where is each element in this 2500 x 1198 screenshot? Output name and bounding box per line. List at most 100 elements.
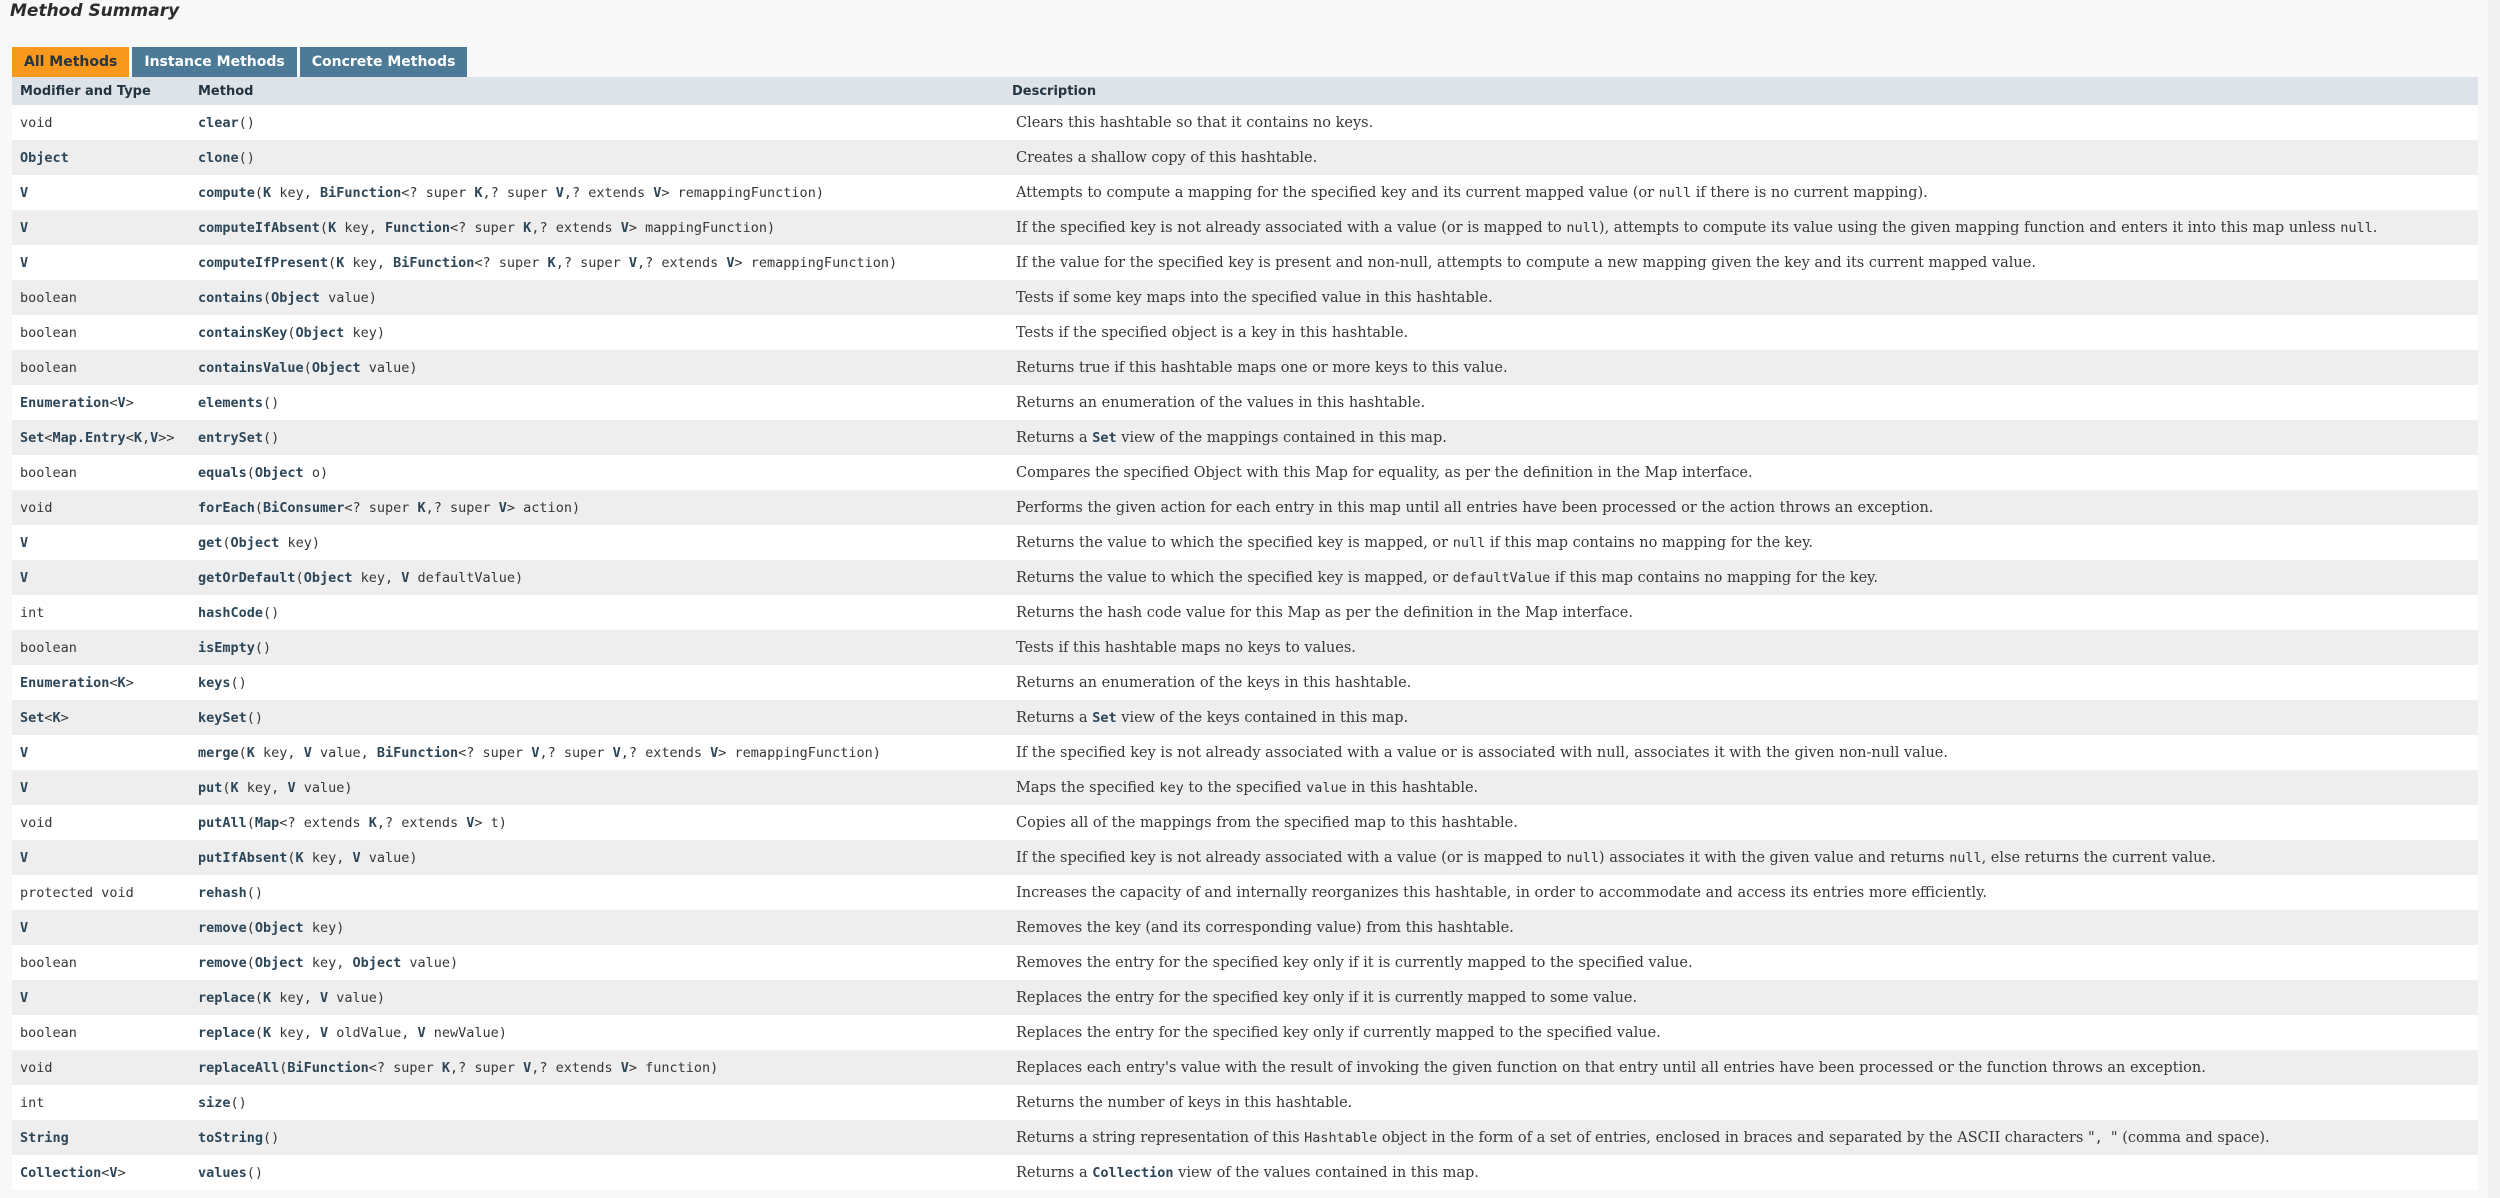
method-name-link[interactable]: isEmpty [198, 640, 255, 656]
method-name-link[interactable]: remove [198, 955, 247, 971]
scrollbar[interactable] [2488, 0, 2500, 1198]
method-name-link[interactable]: elements [198, 395, 263, 411]
type-link[interactable]: String [20, 1130, 69, 1146]
type-link[interactable]: K [53, 710, 61, 726]
type-link[interactable]: V [621, 1060, 629, 1076]
type-link[interactable]: V [20, 920, 28, 936]
type-link[interactable]: Object [255, 465, 304, 481]
method-name-link[interactable]: put [198, 780, 222, 796]
method-name-link[interactable]: rehash [198, 885, 247, 901]
type-link[interactable]: K [417, 500, 425, 516]
method-name-link[interactable]: entrySet [198, 430, 263, 446]
type-link[interactable]: V [20, 780, 28, 796]
type-link[interactable]: Set [20, 710, 44, 726]
method-name-link[interactable]: get [198, 535, 222, 551]
type-link[interactable]: Object [304, 570, 353, 586]
type-link[interactable]: BiFunction [287, 1060, 368, 1076]
type-link[interactable]: V [109, 1165, 117, 1181]
type-link[interactable]: K [231, 780, 239, 796]
method-name-link[interactable]: putIfAbsent [198, 850, 287, 866]
method-name-link[interactable]: replaceAll [198, 1060, 279, 1076]
type-link[interactable]: Set [20, 430, 44, 446]
type-link[interactable]: Object [20, 150, 69, 166]
type-link[interactable]: Object [352, 955, 401, 971]
method-name-link[interactable]: keySet [198, 710, 247, 726]
type-link[interactable]: V [20, 535, 28, 551]
method-name-link[interactable]: computeIfPresent [198, 255, 328, 271]
type-link[interactable]: V [629, 255, 637, 271]
type-link[interactable]: V [20, 850, 28, 866]
method-name-link[interactable]: size [198, 1095, 231, 1111]
method-name-link[interactable]: containsValue [198, 360, 304, 376]
type-link[interactable]: Object [231, 535, 280, 551]
type-link[interactable]: Map.Entry [53, 430, 126, 446]
type-link[interactable]: V [418, 1025, 426, 1041]
type-link[interactable]: V [613, 745, 621, 761]
method-name-link[interactable]: clear [198, 115, 239, 131]
method-name-link[interactable]: clone [198, 150, 239, 166]
type-link[interactable]: K [263, 990, 271, 1006]
type-link[interactable]: V [20, 745, 28, 761]
type-link[interactable]: Function [385, 220, 450, 236]
type-link[interactable]: V [20, 185, 28, 201]
type-link[interactable]: V [20, 255, 28, 271]
type-link[interactable]: V [499, 500, 507, 516]
type-link[interactable]: Object [255, 955, 304, 971]
method-name-link[interactable]: replace [198, 990, 255, 1006]
type-link[interactable]: V [118, 395, 126, 411]
method-name-link[interactable]: toString [198, 1130, 263, 1146]
type-link[interactable]: K [548, 255, 556, 271]
code-link[interactable]: Collection [1092, 1165, 1173, 1181]
code-link[interactable]: Set [1092, 430, 1116, 446]
method-name-link[interactable]: computeIfAbsent [198, 220, 320, 236]
tab-all-methods[interactable]: All Methods [12, 47, 130, 77]
type-link[interactable]: K [474, 185, 482, 201]
type-link[interactable]: V [287, 780, 295, 796]
type-link[interactable]: Object [312, 360, 361, 376]
tab-instance-methods[interactable]: Instance Methods [132, 47, 297, 77]
type-link[interactable]: Object [296, 325, 345, 341]
method-name-link[interactable]: values [198, 1165, 247, 1181]
type-link[interactable]: V [556, 185, 564, 201]
type-link[interactable]: V [304, 745, 312, 761]
type-link[interactable]: K [263, 1025, 271, 1041]
type-link[interactable]: V [20, 990, 28, 1006]
type-link[interactable]: Enumeration [20, 395, 109, 411]
type-link[interactable]: K [328, 220, 336, 236]
method-name-link[interactable]: contains [198, 290, 263, 306]
method-name-link[interactable]: keys [198, 675, 231, 691]
method-name-link[interactable]: merge [198, 745, 239, 761]
type-link[interactable]: V [320, 990, 328, 1006]
type-link[interactable]: Enumeration [20, 675, 109, 691]
code-link[interactable]: Set [1092, 710, 1116, 726]
type-link[interactable]: K [369, 815, 377, 831]
method-name-link[interactable]: getOrDefault [198, 570, 296, 586]
type-link[interactable]: K [296, 850, 304, 866]
method-name-link[interactable]: compute [198, 185, 255, 201]
type-link[interactable]: K [247, 745, 255, 761]
method-name-link[interactable]: equals [198, 465, 247, 481]
type-link[interactable]: BiConsumer [263, 500, 344, 516]
type-link[interactable]: V [20, 220, 28, 236]
type-link[interactable]: K [118, 675, 126, 691]
type-link[interactable]: K [442, 1060, 450, 1076]
type-link[interactable]: V [621, 220, 629, 236]
type-link[interactable]: Object [255, 920, 304, 936]
type-link[interactable]: K [134, 430, 142, 446]
method-name-link[interactable]: replace [198, 1025, 255, 1041]
type-link[interactable]: Object [271, 290, 320, 306]
type-link[interactable]: Collection [20, 1165, 101, 1181]
method-name-link[interactable]: hashCode [198, 605, 263, 621]
type-link[interactable]: BiFunction [320, 185, 401, 201]
type-link[interactable]: V [352, 850, 360, 866]
method-name-link[interactable]: putAll [198, 815, 247, 831]
tab-concrete-methods[interactable]: Concrete Methods [299, 47, 468, 77]
type-link[interactable]: BiFunction [393, 255, 474, 271]
type-link[interactable]: Map [255, 815, 279, 831]
method-name-link[interactable]: containsKey [198, 325, 287, 341]
type-link[interactable]: V [20, 570, 28, 586]
type-link[interactable]: V [726, 255, 734, 271]
type-link[interactable]: V [320, 1025, 328, 1041]
method-name-link[interactable]: forEach [198, 500, 255, 516]
method-name-link[interactable]: remove [198, 920, 247, 936]
